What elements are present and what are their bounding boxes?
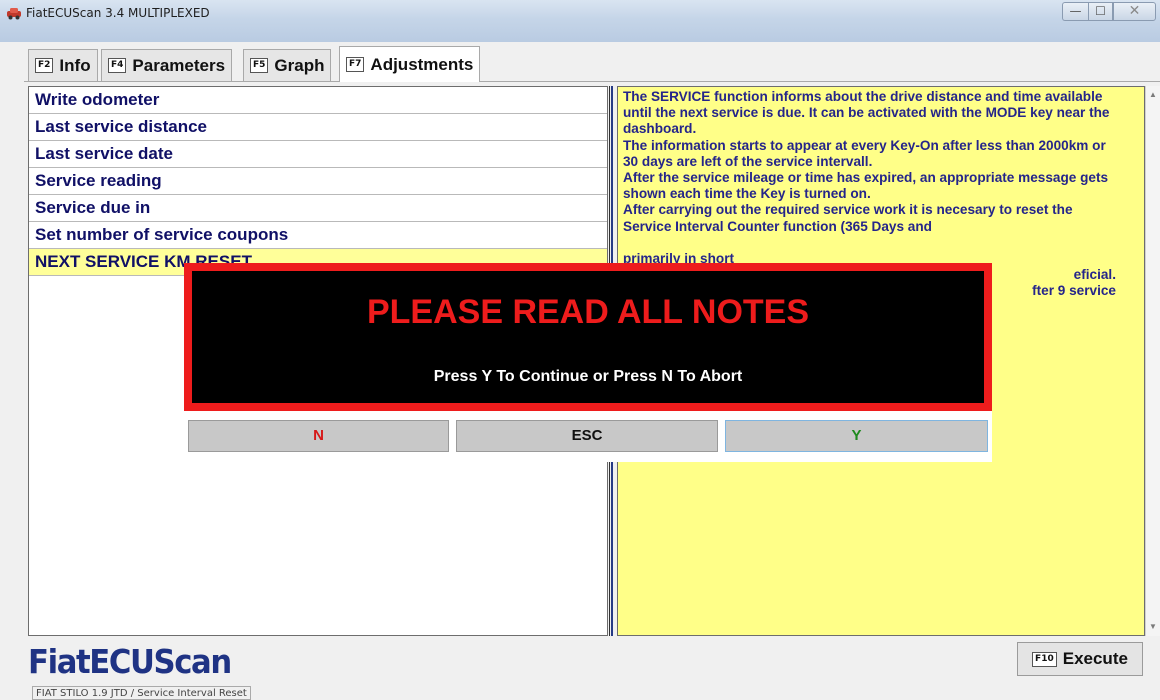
car-app-icon xyxy=(7,8,21,20)
dialog-message: Press Y To Continue or Press N To Abort xyxy=(433,368,743,385)
dialog-title: PLEASE READ ALL NOTES xyxy=(366,293,810,331)
execute-button[interactable]: F10 Execute xyxy=(1017,642,1143,676)
f10-key-icon: F10 xyxy=(1032,651,1057,667)
window-title: FiatECUScan 3.4 MULTIPLEXED xyxy=(26,6,210,20)
confirmation-dialog: PLEASE READ ALL NOTES Press Y To Continu… xyxy=(184,263,992,411)
no-button[interactable]: N xyxy=(188,420,449,452)
tab-adjustments[interactable]: F7 Adjustments xyxy=(339,46,481,82)
scroll-up-icon[interactable]: ▲ xyxy=(1149,90,1157,99)
maximize-button[interactable]: ☐ xyxy=(1088,2,1113,21)
tab-label: Parameters xyxy=(132,55,226,75)
list-item-last-service-distance[interactable]: Last service distance xyxy=(29,114,607,141)
title-bar: FiatECUScan 3.4 MULTIPLEXED — ☐ ✕ xyxy=(0,0,1160,42)
tab-content-border xyxy=(24,81,1160,82)
close-button[interactable]: ✕ xyxy=(1113,2,1156,21)
tab-info[interactable]: F2 Info xyxy=(28,49,98,81)
notes-scrollbar[interactable] xyxy=(1145,86,1160,636)
notes-line: The information starts to appear at ever… xyxy=(623,137,1106,169)
escape-button[interactable]: ESC xyxy=(456,420,718,452)
tab-label: Info xyxy=(59,55,91,75)
f4-key-icon: F4 xyxy=(108,58,127,73)
list-item-service-due-in[interactable]: Service due in xyxy=(29,195,607,222)
notes-line: The SERVICE function informs about the d… xyxy=(623,89,1110,137)
list-item-service-reading[interactable]: Service reading xyxy=(29,168,607,195)
tab-parameters[interactable]: F4 Parameters xyxy=(101,49,233,81)
tab-label: Graph xyxy=(274,55,325,75)
notes-line: After carrying out the required service … xyxy=(623,202,1073,234)
notes-line: After the service mileage or time has ex… xyxy=(623,170,1109,202)
yes-button[interactable]: Y xyxy=(725,420,988,452)
scroll-down-icon[interactable]: ▼ xyxy=(1149,622,1157,631)
f7-key-icon: F7 xyxy=(346,57,365,72)
list-item-service-coupons[interactable]: Set number of service coupons xyxy=(29,222,607,249)
notes-line xyxy=(623,235,1116,251)
tab-graph[interactable]: F5 Graph xyxy=(243,49,332,81)
f5-key-icon: F5 xyxy=(250,58,269,73)
minimize-button[interactable]: — xyxy=(1062,2,1088,21)
fiatecuscan-logo: FiatECUScan xyxy=(28,642,232,681)
f2-key-icon: F2 xyxy=(35,58,54,73)
tab-label: Adjustments xyxy=(370,54,474,74)
dialog-button-bar: N ESC Y xyxy=(184,411,992,462)
execute-label: Execute xyxy=(1062,649,1128,668)
status-text: FIAT STILO 1.9 JTD / Service Interval Re… xyxy=(32,686,251,700)
list-item-last-service-date[interactable]: Last service date xyxy=(29,141,607,168)
list-item-write-odometer[interactable]: Write odometer xyxy=(29,87,607,114)
